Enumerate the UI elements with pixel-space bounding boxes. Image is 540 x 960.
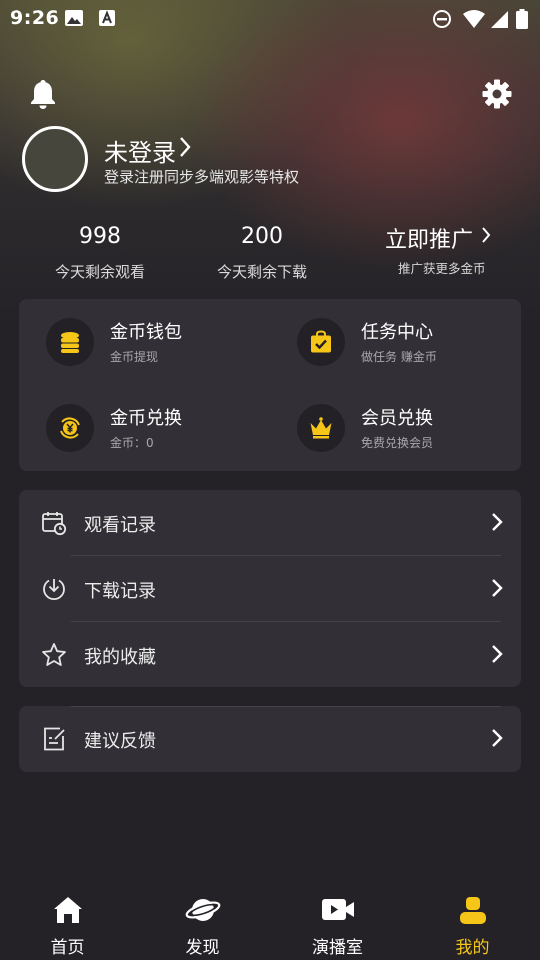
do-not-disturb-icon xyxy=(433,10,451,28)
chevron-right-icon[interactable] xyxy=(178,135,192,159)
battery-icon xyxy=(516,9,528,29)
signal-icon xyxy=(491,11,508,28)
coin-stack-icon xyxy=(61,332,79,353)
tab-home[interactable]: 首页 xyxy=(0,885,135,960)
feature-subtitle: 做任务 赚金币 xyxy=(361,350,437,364)
feedback-row[interactable]: 建议反馈 xyxy=(19,706,521,772)
task-center-item[interactable]: 任务中心 做任务 赚金币 xyxy=(297,318,507,366)
task-bag-icon xyxy=(311,330,331,353)
download-icon xyxy=(43,579,65,601)
history-menu-card: 观看记录 下载记录 我的收藏 xyxy=(19,490,521,687)
chevron-right-icon xyxy=(492,729,503,747)
tab-discover[interactable]: 发现 xyxy=(135,885,270,960)
menu-label: 我的收藏 xyxy=(84,647,156,668)
image-icon xyxy=(65,10,83,26)
stat-label: 今天剩余观看 xyxy=(54,263,145,281)
login-title[interactable]: 未登录 xyxy=(104,133,176,168)
menu-label: 下载记录 xyxy=(84,581,156,602)
chevron-right-icon xyxy=(492,513,503,531)
avatar[interactable] xyxy=(22,126,88,192)
stat-value: 200 xyxy=(241,224,283,249)
profile-icon xyxy=(459,897,486,924)
login-subtitle: 登录注册同步多端观影等特权 xyxy=(104,168,300,186)
tab-label: 首页 xyxy=(50,938,85,958)
feature-title: 会员兑换 xyxy=(361,408,433,429)
tab-label: 我的 xyxy=(455,938,490,958)
chevron-right-icon xyxy=(492,579,503,597)
feedback-icon xyxy=(44,727,65,751)
tab-mine[interactable]: 我的 xyxy=(405,885,540,960)
status-bar: 9:26 xyxy=(0,0,540,36)
tab-studio[interactable]: 演播室 xyxy=(270,885,405,960)
coin-wallet-item[interactable]: 金币钱包 金币提现 xyxy=(46,318,266,366)
bottom-tab-bar: 首页 发现 演播室 我的 xyxy=(0,885,540,960)
promote-title[interactable]: 立即推广 xyxy=(385,222,473,254)
watch-history-row[interactable]: 观看记录 xyxy=(19,490,521,556)
tab-label: 演播室 xyxy=(312,938,363,958)
tab-label: 发现 xyxy=(185,938,220,958)
feedback-card: 建议反馈 xyxy=(19,706,521,772)
coin-exchange-item[interactable]: 金币兑换 金币：0 xyxy=(46,404,266,452)
vip-exchange-item[interactable]: 会员兑换 免费兑换会员 xyxy=(297,404,507,452)
feature-title: 金币兑换 xyxy=(110,408,182,429)
chevron-right-icon xyxy=(492,645,503,663)
promote-subtitle: 推广获更多金币 xyxy=(398,261,486,276)
feature-title: 金币钱包 xyxy=(110,322,182,343)
favorites-row[interactable]: 我的收藏 xyxy=(19,622,521,688)
stat-watch: 998 今天剩余观看 xyxy=(40,224,160,282)
crown-icon xyxy=(310,417,332,439)
font-icon xyxy=(99,10,115,26)
wifi-icon xyxy=(463,10,485,28)
menu-label: 建议反馈 xyxy=(84,731,156,752)
feature-title: 任务中心 xyxy=(361,322,433,343)
watch-history-icon xyxy=(42,512,67,536)
bell-icon[interactable] xyxy=(29,78,57,110)
yuan-exchange-icon xyxy=(60,417,80,439)
feature-subtitle: 免费兑换会员 xyxy=(361,436,434,450)
feature-subtitle: 金币：0 xyxy=(110,436,154,450)
stat-label: 今天剩余下载 xyxy=(216,263,307,281)
video-icon xyxy=(321,899,354,920)
feature-subtitle: 金币提现 xyxy=(110,350,159,364)
chevron-right-icon[interactable] xyxy=(480,226,492,244)
stat-value: 998 xyxy=(79,224,121,249)
menu-label: 观看记录 xyxy=(84,515,156,536)
star-icon xyxy=(42,643,66,666)
planet-icon xyxy=(185,899,220,921)
stat-download: 200 今天剩余下载 xyxy=(202,224,322,282)
home-icon xyxy=(53,897,82,923)
download-history-row[interactable]: 下载记录 xyxy=(19,556,521,622)
gear-icon[interactable] xyxy=(482,79,512,109)
feature-card: 金币钱包 金币提现 任务中心 做任务 赚金币 金币兑换 金币：0 会员兑换 免费… xyxy=(19,299,521,471)
status-time: 9:26 xyxy=(10,7,60,29)
